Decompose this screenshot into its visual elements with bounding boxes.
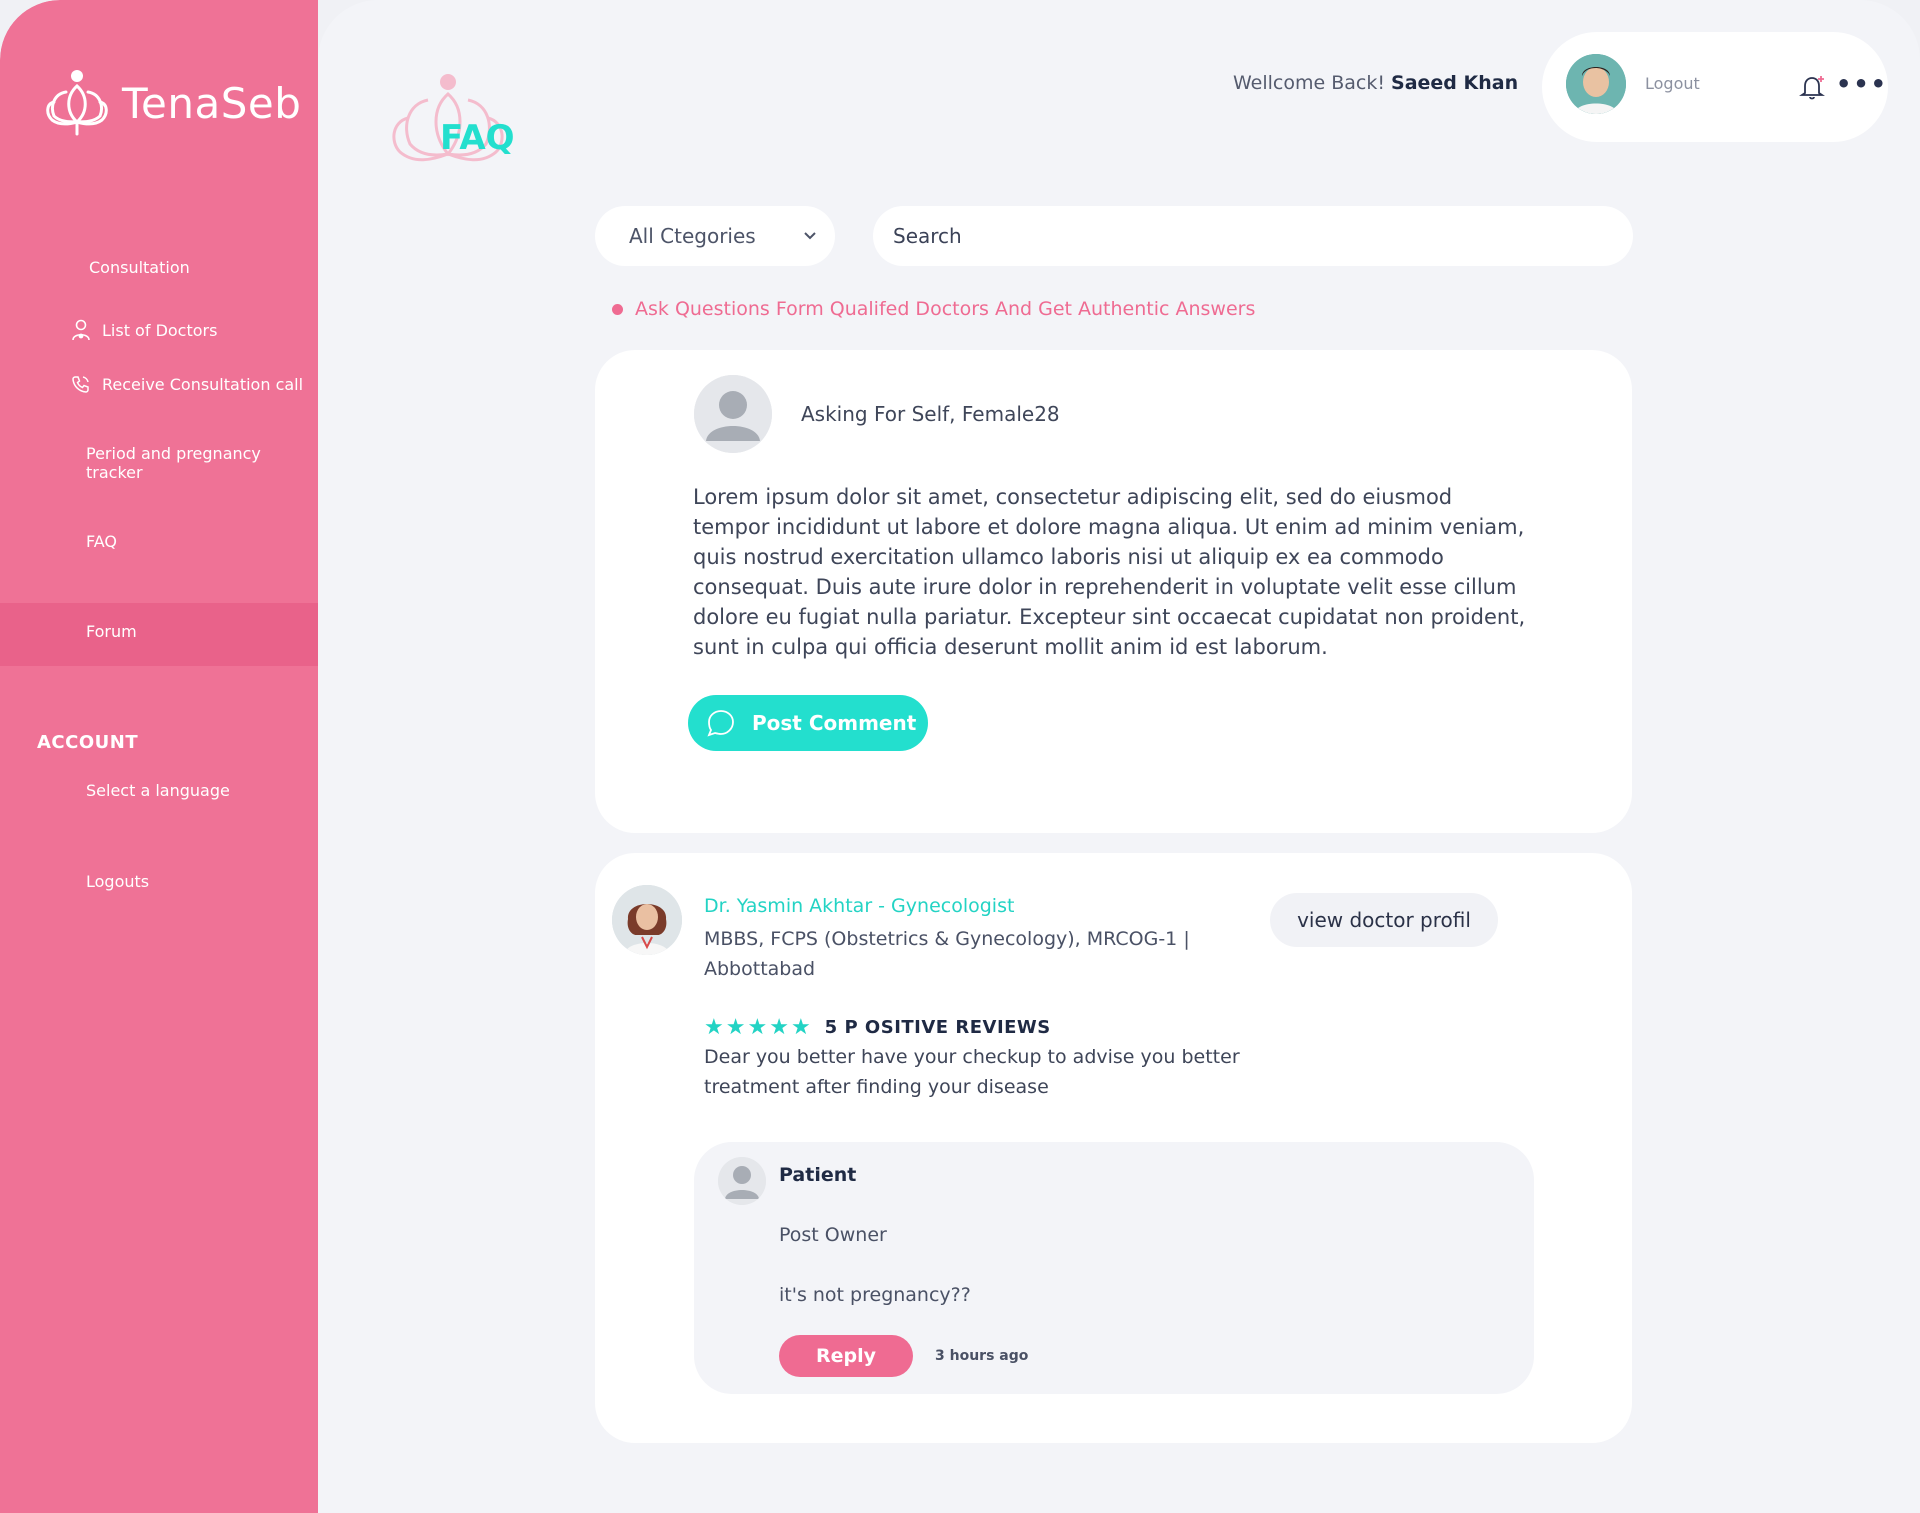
star-icon: ★ <box>747 1015 768 1040</box>
reviews-count: 5 P OSITIVE REVIEWS <box>824 1017 1051 1038</box>
lotus-logo-icon <box>44 66 110 140</box>
sidebar-item-list-of-doctors[interactable]: List of Doctors <box>70 319 217 341</box>
account-heading: ACCOUNT <box>37 732 139 753</box>
sidebar-item-label: Logouts <box>86 872 150 891</box>
reply-timestamp: 3 hours ago <box>935 1348 1029 1364</box>
asker-info: Asking For Self, Female28 <box>801 402 1060 426</box>
patient-avatar <box>718 1157 766 1205</box>
tagline-text: Ask Questions Form Qualifed Doctors And … <box>635 298 1256 320</box>
reply-button[interactable]: Reply <box>779 1335 913 1377</box>
brand-name: TenaSeb <box>122 78 302 128</box>
asker-avatar <box>694 375 772 453</box>
doctor-avatar[interactable] <box>612 885 682 955</box>
sidebar-item-consultation-call[interactable]: Receive Consultation call <box>70 373 303 395</box>
sidebar-item-label: List of Doctors <box>102 320 218 340</box>
sidebar-item-label: Forum <box>86 622 137 641</box>
star-icon: ★ <box>769 1015 789 1040</box>
doctor-answer: Dear you better have your checkup to adv… <box>704 1046 1240 1098</box>
rating-stars: ★ ★ ★ ★ ★ 5 P OSITIVE REVIEWS <box>704 1015 1051 1040</box>
sidebar-item-forum[interactable]: Forum <box>86 622 137 641</box>
reply-author-role: Post Owner <box>779 1224 887 1246</box>
star-icon: ★ <box>725 1015 746 1040</box>
post-comment-label: Post Comment <box>752 711 917 735</box>
chat-bubble-icon <box>707 710 734 737</box>
sidebar-item-label: Period and pregnancy tracker <box>86 444 261 482</box>
sidebar-item-label: Select a language <box>86 781 230 800</box>
sidebar-item-period-tracker[interactable]: Period and pregnancy tracker <box>86 444 318 482</box>
star-icon: ★ <box>790 1015 811 1040</box>
chevron-down-icon <box>804 232 816 240</box>
sidebar-item-label: Receive Consultation call <box>102 374 304 394</box>
phone-icon <box>70 373 92 395</box>
user-name: Saeed Khan <box>1391 72 1519 94</box>
sidebar-item-faq[interactable]: FAQ <box>86 532 117 551</box>
reply-author: Patient <box>779 1164 857 1186</box>
main-content: FAQ Wellcome Back! Saeed Khan Logout •••… <box>318 0 1920 1513</box>
category-selected: All Ctegories <box>629 224 756 248</box>
sidebar-item-select-language[interactable]: Select a language <box>86 781 230 800</box>
welcome-text: Wellcome Back! <box>1233 72 1385 94</box>
search-input[interactable] <box>873 206 1633 266</box>
tagline: Ask Questions Form Qualifed Doctors And … <box>612 298 1255 320</box>
question-body: Lorem ipsum dolor sit amet, consectetur … <box>693 485 1526 659</box>
logout-link[interactable]: Logout <box>1645 74 1700 93</box>
page-title-text: FAQ <box>440 118 515 158</box>
doctor-user-icon <box>70 319 92 341</box>
category-select[interactable]: All Ctegories <box>595 206 835 266</box>
question-card: Asking For Self, Female28 Lorem ipsum do… <box>595 350 1632 833</box>
welcome-message: Wellcome Back! Saeed Khan <box>1233 72 1518 94</box>
reply-text: it's not pregnancy?? <box>779 1284 971 1306</box>
user-card: Logout ••• <box>1542 32 1888 142</box>
doctor-name[interactable]: Dr. Yasmin Akhtar - Gynecologist <box>704 895 1014 917</box>
sidebar-item-label: Consultation <box>89 258 190 277</box>
sidebar: TenaSeb Consultation List of Doctors Rec… <box>0 0 318 1513</box>
post-comment-button[interactable]: Post Comment <box>688 695 928 751</box>
avatar[interactable] <box>1566 54 1626 114</box>
sidebar-active-highlight <box>0 603 318 666</box>
app-frame: TenaSeb Consultation List of Doctors Rec… <box>0 0 1920 1513</box>
doctor-qualifications: MBBS, FCPS (Obstetrics & Gynecology), MR… <box>704 928 1190 980</box>
bullet-dot-icon <box>612 303 623 315</box>
more-dots-icon[interactable]: ••• <box>1836 70 1888 98</box>
sidebar-item-consultation[interactable]: Consultation <box>89 258 190 277</box>
answer-card: Dr. Yasmin Akhtar - Gynecologist MBBS, F… <box>595 853 1632 1443</box>
star-icon: ★ <box>704 1015 724 1040</box>
sidebar-item-label: FAQ <box>86 532 117 551</box>
view-doctor-profile-button[interactable]: view doctor profil <box>1270 893 1498 947</box>
notification-bell-icon[interactable] <box>1798 72 1828 102</box>
reply-thread: Patient Post Owner it's not pregnancy?? … <box>694 1142 1534 1394</box>
sidebar-item-logouts[interactable]: Logouts <box>86 872 149 891</box>
brand-logo[interactable]: TenaSeb <box>44 66 301 140</box>
